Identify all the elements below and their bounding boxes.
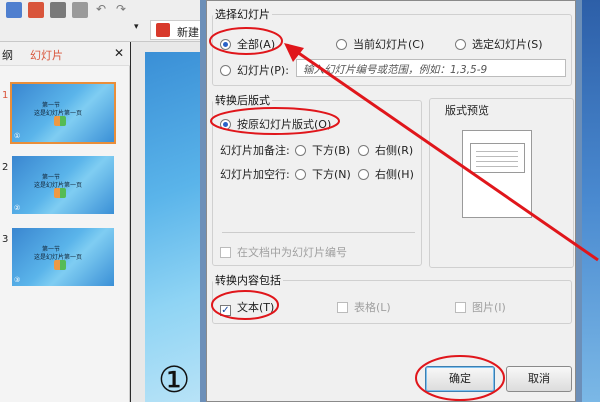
highlight-ellipse-ok — [415, 355, 505, 401]
highlight-ellipse-all — [209, 27, 283, 55]
highlight-ellipse-layout — [210, 107, 340, 135]
arrow-line — [286, 43, 599, 262]
arrow-head — [284, 43, 304, 62]
highlight-ellipse-text — [211, 290, 279, 320]
annotation-overlay — [209, 27, 599, 401]
